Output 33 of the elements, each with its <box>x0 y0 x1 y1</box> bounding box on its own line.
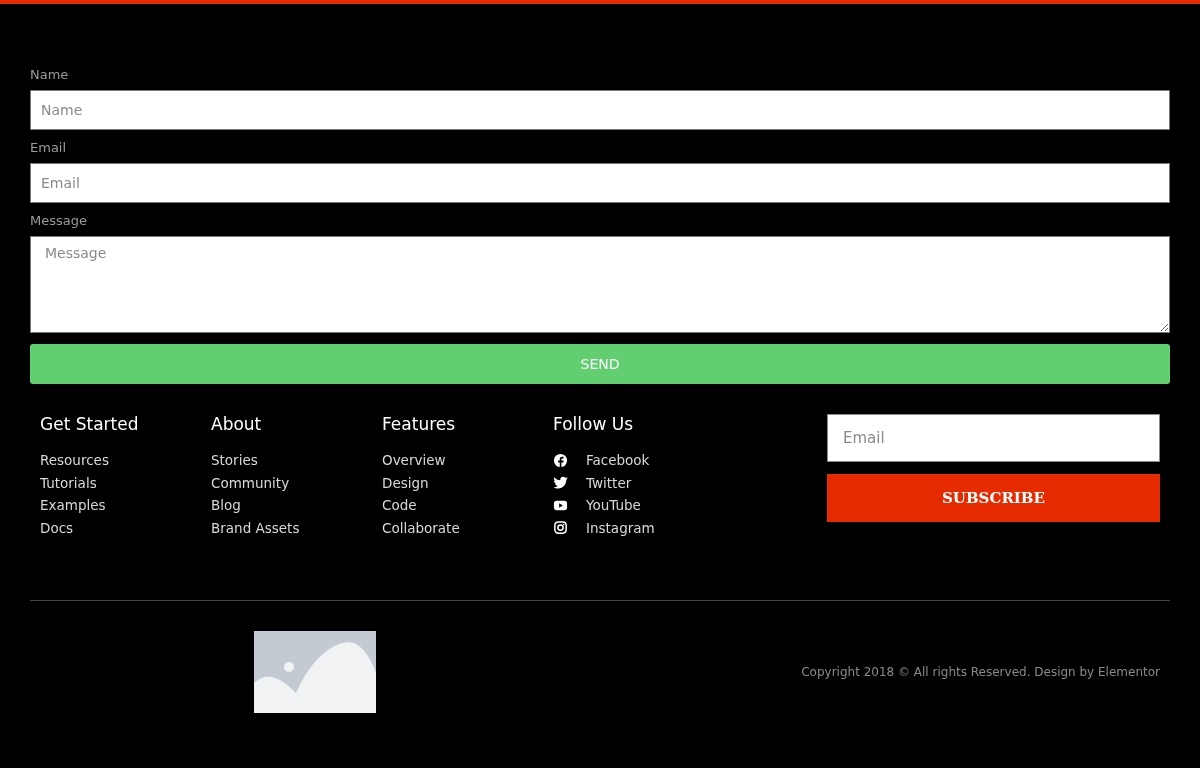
footer-link[interactable]: Docs <box>40 519 74 536</box>
footer-link[interactable]: Overview <box>382 452 446 469</box>
message-field[interactable]: Message <box>30 236 1170 333</box>
footer-link[interactable]: Examples <box>40 497 106 514</box>
column-heading: Get Started <box>40 413 140 435</box>
column-heading: Follow Us <box>553 413 635 435</box>
field-label: Message <box>30 212 88 230</box>
footer-link[interactable]: Instagram <box>586 519 655 536</box>
column-heading: About <box>211 413 263 435</box>
facebook-icon[interactable] <box>553 452 568 468</box>
footer-link[interactable]: YouTube <box>586 497 641 514</box>
image-placeholder-icon <box>254 631 376 713</box>
footer-link[interactable]: Facebook <box>586 452 650 469</box>
footer-link[interactable]: Blog <box>211 497 241 514</box>
footer-link[interactable]: Resources <box>40 452 109 469</box>
footer-link[interactable]: Collaborate <box>382 519 460 536</box>
footer-link[interactable]: Community <box>211 474 290 491</box>
footer-link[interactable]: Twitter <box>586 474 632 491</box>
field-label: Email <box>30 139 68 157</box>
input-field[interactable]: Email <box>30 163 1170 203</box>
subscribe-button[interactable]: SUBSCRIBE <box>827 474 1160 522</box>
column-heading: Features <box>382 413 457 435</box>
camera-icon[interactable] <box>553 520 568 536</box>
footer-link[interactable]: Code <box>382 497 417 514</box>
footer-link[interactable]: Brand Assets <box>211 519 300 536</box>
twitter-icon[interactable] <box>553 475 568 491</box>
footer-link[interactable]: Stories <box>211 452 258 469</box>
copyright-text: Copyright 2018 © All rights Reserved. Design by Elementor <box>801 665 1160 679</box>
email-field[interactable]: Email <box>827 414 1160 462</box>
field-label: Name <box>30 66 70 84</box>
input-field[interactable]: Name <box>30 90 1170 130</box>
footer-link[interactable]: Tutorials <box>40 474 97 491</box>
footer-link[interactable]: Design <box>382 474 429 491</box>
